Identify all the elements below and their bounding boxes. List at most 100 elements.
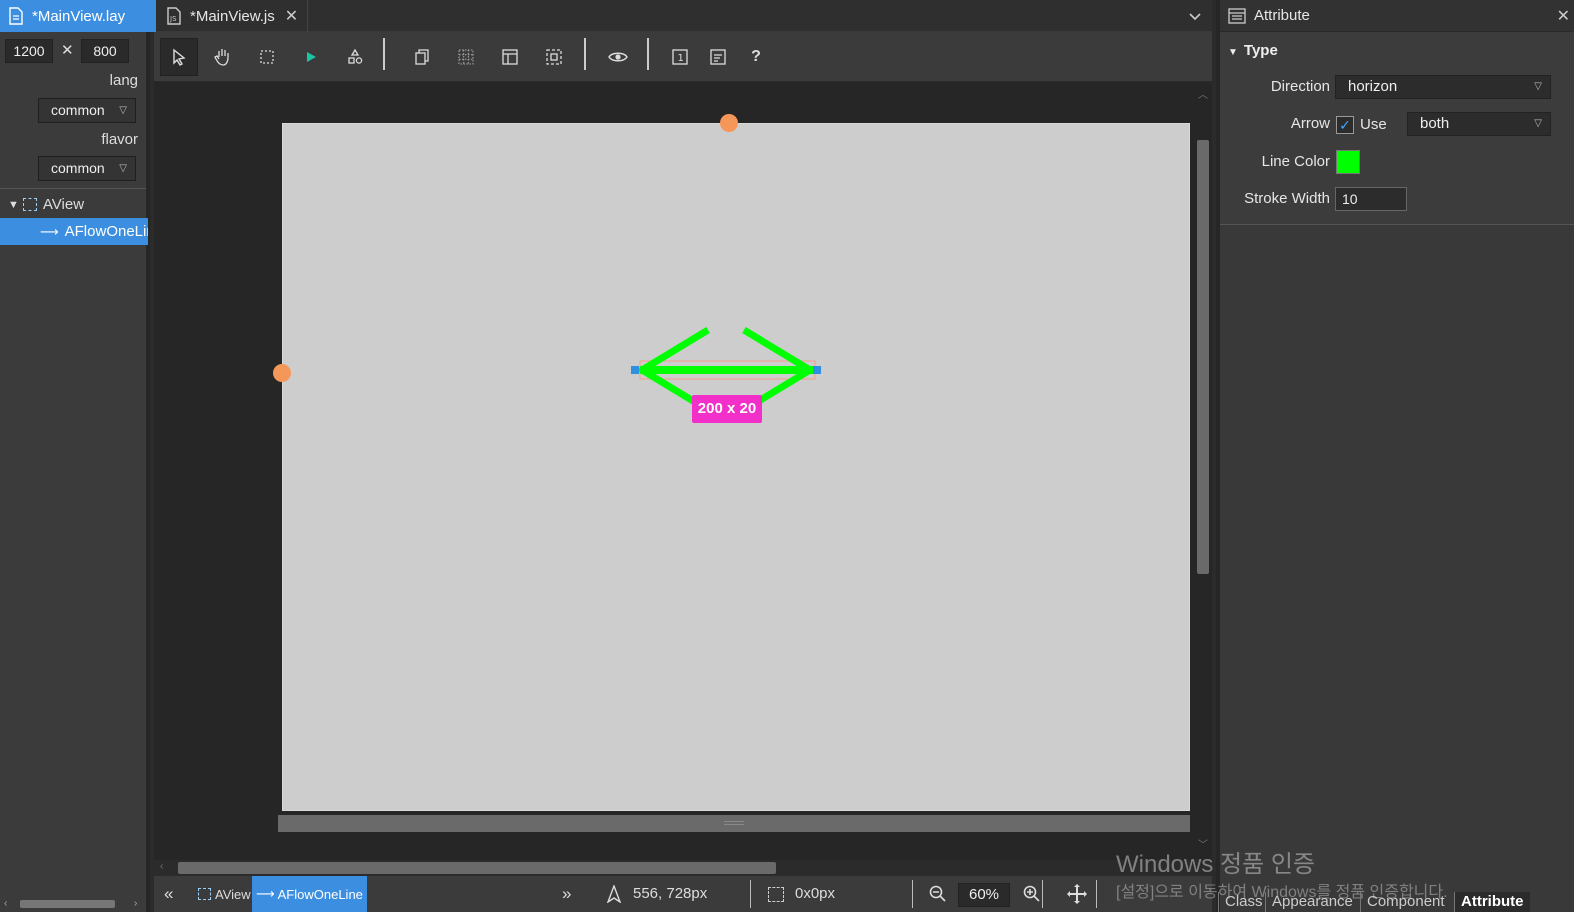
breadcrumb-aflowoneline[interactable]: ⟶ AFlowOneLine bbox=[252, 876, 367, 912]
help-button[interactable]: ? bbox=[737, 38, 775, 76]
breadcrumb-aview[interactable]: AView bbox=[194, 876, 255, 912]
chevron-down-icon: ▽ bbox=[119, 163, 127, 174]
hand-icon bbox=[214, 49, 229, 66]
arrow-value: both bbox=[1420, 115, 1450, 132]
layers-button[interactable] bbox=[403, 38, 441, 76]
arrow-use-checkbox[interactable]: ✓ bbox=[1336, 116, 1354, 134]
canvas-vertical-scrollbar[interactable] bbox=[1197, 140, 1209, 574]
fit-screen-button[interactable] bbox=[535, 38, 573, 76]
arrow-select[interactable]: both ▽ bbox=[1407, 112, 1551, 136]
line-color-label: Line Color bbox=[1261, 153, 1330, 170]
flavor-select[interactable]: common ▽ bbox=[38, 156, 136, 181]
lang-label: lang bbox=[109, 72, 138, 89]
grid-button[interactable] bbox=[447, 38, 485, 76]
breadcrumb-label: AFlowOneLine bbox=[277, 886, 363, 902]
status-bar: « AView ⟶ AFlowOneLine » 556, 728px 0x0p… bbox=[154, 876, 1212, 912]
breadcrumb-label: AView bbox=[215, 886, 251, 902]
eye-icon bbox=[608, 52, 628, 62]
js-file-icon: JS bbox=[167, 7, 181, 25]
line-endpoint-handle-left[interactable] bbox=[631, 366, 639, 374]
resize-handle-left[interactable] bbox=[273, 364, 291, 382]
layout-button[interactable] bbox=[491, 38, 529, 76]
marquee-tool-button[interactable] bbox=[248, 38, 286, 76]
direction-select[interactable]: horizon ▽ bbox=[1335, 75, 1551, 99]
number-one-icon: 1 bbox=[672, 49, 688, 65]
attribute-icon bbox=[1228, 7, 1246, 24]
tab-component[interactable]: Component bbox=[1360, 892, 1451, 912]
caret-down-icon[interactable]: ▼ bbox=[8, 199, 19, 211]
close-icon[interactable]: ✕ bbox=[1557, 6, 1570, 26]
marquee-icon bbox=[260, 50, 274, 64]
zoom-in-icon[interactable] bbox=[1023, 885, 1041, 903]
move-icon[interactable] bbox=[1066, 883, 1088, 905]
chevron-down-icon: ▽ bbox=[119, 105, 127, 116]
toolbar-divider bbox=[647, 38, 649, 70]
flavor-label: flavor bbox=[101, 131, 138, 148]
windows-activation-title: Windows 정품 인증 bbox=[1116, 851, 1316, 878]
tab-class[interactable]: Class bbox=[1218, 892, 1269, 912]
scroll-up-icon[interactable]: ︿ bbox=[1198, 86, 1208, 101]
double-chevron-left-icon[interactable]: « bbox=[164, 884, 173, 904]
status-divider bbox=[1042, 880, 1043, 908]
chevron-down-icon: ▽ bbox=[1534, 118, 1542, 129]
caret-down-icon[interactable]: ▼ bbox=[1228, 47, 1238, 58]
pan-tool-button[interactable] bbox=[204, 38, 242, 76]
line-endpoint-handle-right[interactable] bbox=[813, 366, 821, 374]
tab-appearance[interactable]: Appearance bbox=[1265, 892, 1359, 912]
tab-attribute[interactable]: Attribute bbox=[1454, 892, 1530, 912]
lang-value: common bbox=[51, 102, 105, 118]
pointer-icon bbox=[173, 48, 186, 66]
line-color-swatch[interactable] bbox=[1336, 150, 1360, 174]
times-icon: ✕ bbox=[61, 42, 74, 59]
svg-text:1: 1 bbox=[678, 53, 684, 64]
tab-mainview-lay[interactable]: *MainView.lay bbox=[0, 0, 156, 32]
resize-grip-icon[interactable] bbox=[724, 821, 744, 825]
document-icon bbox=[710, 49, 726, 65]
select-tool-button[interactable] bbox=[160, 38, 198, 76]
status-divider bbox=[750, 880, 751, 908]
status-divider bbox=[912, 880, 913, 908]
canvas-height-input[interactable]: 800 bbox=[81, 39, 129, 63]
chevron-down-icon[interactable] bbox=[1186, 7, 1204, 25]
preview-button[interactable] bbox=[599, 38, 637, 76]
tab-mainview-js[interactable]: JS *MainView.js ✕ bbox=[158, 0, 308, 32]
toolbar-divider bbox=[383, 38, 385, 70]
left-panel: 1200 ✕ 800 lang common ▽ flavor common ▽… bbox=[0, 32, 150, 912]
lang-select[interactable]: common ▽ bbox=[38, 98, 136, 123]
divider bbox=[0, 188, 146, 189]
close-icon[interactable]: ✕ bbox=[285, 6, 298, 26]
line-arrow-icon: ⟶ bbox=[256, 886, 275, 901]
run-button[interactable] bbox=[292, 38, 330, 76]
components-button[interactable] bbox=[336, 38, 374, 76]
artboard-aview[interactable] bbox=[282, 123, 1190, 811]
editor-toolbar: 1 ? bbox=[154, 32, 1212, 82]
scroll-right-icon[interactable]: › bbox=[134, 898, 137, 909]
attribute-panel-header: Attribute ✕ bbox=[1220, 0, 1574, 32]
double-chevron-right-icon[interactable]: » bbox=[562, 884, 571, 904]
tree-item-label: AView bbox=[42, 196, 85, 213]
left-panel-scrollbar[interactable] bbox=[20, 900, 115, 908]
layout-icon bbox=[502, 49, 518, 65]
stroke-width-label: Stroke Width bbox=[1244, 190, 1330, 207]
toolbar-divider bbox=[584, 38, 586, 70]
single-view-button[interactable]: 1 bbox=[661, 38, 699, 76]
view-icon bbox=[198, 888, 211, 900]
zoom-out-icon[interactable] bbox=[929, 885, 947, 903]
stroke-width-input[interactable]: 10 bbox=[1335, 187, 1407, 211]
status-divider bbox=[1096, 880, 1097, 908]
code-button[interactable] bbox=[699, 38, 737, 76]
zoom-input[interactable]: 60% bbox=[958, 883, 1010, 907]
canvas-horizontal-scrollbar[interactable] bbox=[178, 862, 776, 874]
section-header-type[interactable]: ▼ Type bbox=[1228, 42, 1278, 59]
scroll-left-icon[interactable]: ‹ bbox=[4, 898, 7, 909]
document-tab-bar: *MainView.lay JS *MainView.js ✕ bbox=[0, 0, 1212, 32]
fit-screen-icon bbox=[546, 49, 562, 65]
arrow-use-label: Use bbox=[1360, 116, 1387, 133]
tree-item-aflowoneline[interactable]: ⟶ AFlowOneLine bbox=[0, 218, 148, 245]
position-arrow-icon bbox=[606, 885, 622, 903]
scroll-left-icon[interactable]: ‹ bbox=[160, 861, 163, 872]
artboard-resize-bar[interactable] bbox=[278, 815, 1190, 832]
resize-handle-top[interactable] bbox=[720, 114, 738, 132]
canvas-width-input[interactable]: 1200 bbox=[5, 39, 53, 63]
tree-item-aview[interactable]: ▼ AView bbox=[0, 191, 148, 218]
